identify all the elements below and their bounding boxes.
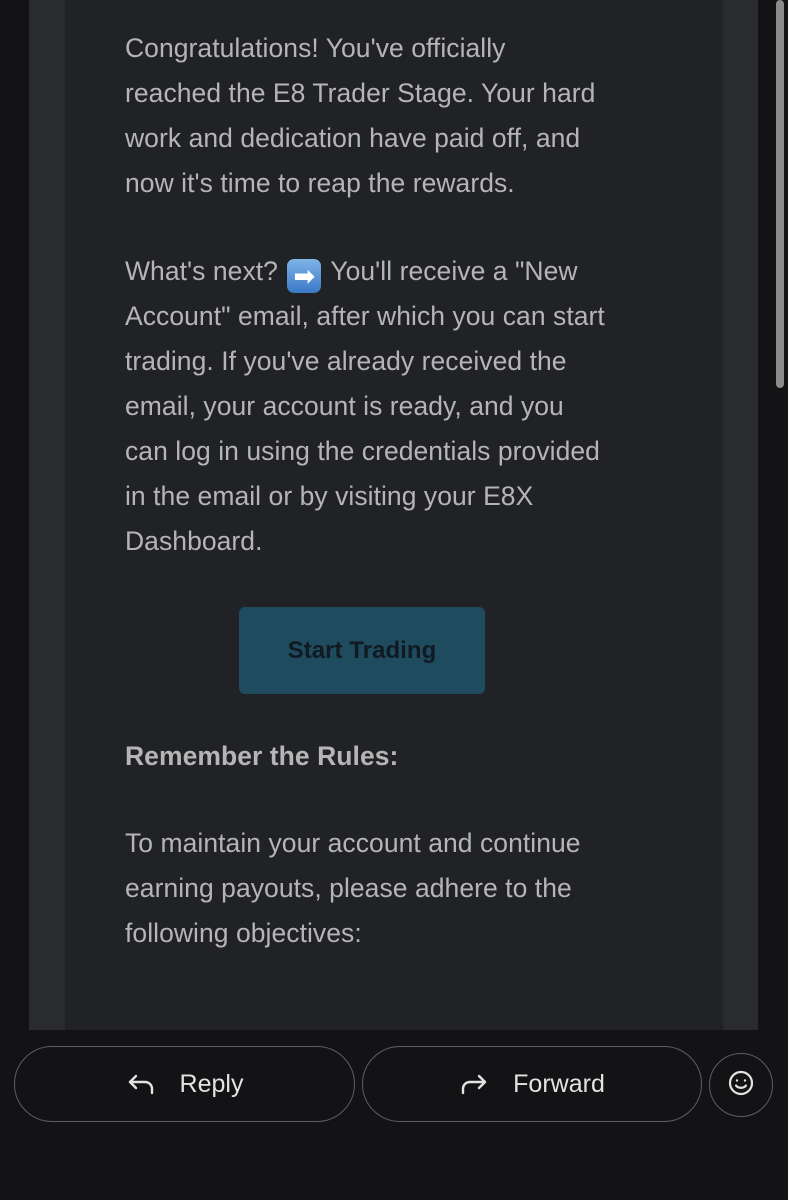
emoji-reaction-button[interactable] bbox=[709, 1053, 773, 1117]
whats-next-paragraph: What's next? ➡ You'll receive a "New Acc… bbox=[125, 249, 605, 564]
scrollbar-thumb[interactable] bbox=[776, 0, 784, 388]
smiley-face-icon bbox=[727, 1069, 755, 1102]
start-trading-button[interactable]: Start Trading bbox=[239, 607, 485, 694]
reply-label: Reply bbox=[179, 1069, 244, 1098]
congratulations-paragraph: Congratulations! You've officially reach… bbox=[125, 33, 596, 198]
email-content: Congratulations! You've officially reach… bbox=[125, 26, 605, 999]
new-account-text: You'll receive a "New Account" email, af… bbox=[125, 256, 605, 556]
whats-next-text: What's next? bbox=[125, 256, 278, 286]
mail-viewport: Congratulations! You've officially reach… bbox=[0, 0, 788, 1200]
reply-arrow-icon bbox=[126, 1069, 156, 1099]
maintain-account-paragraph: To maintain your account and continue ea… bbox=[125, 828, 581, 948]
rules-heading: Remember the Rules: bbox=[125, 741, 399, 771]
forward-label: Forward bbox=[513, 1069, 605, 1098]
cta-container: Start Trading bbox=[125, 607, 605, 694]
right-arrow-emoji-icon: ➡ bbox=[287, 259, 322, 293]
reply-button[interactable]: Reply bbox=[14, 1046, 355, 1122]
forward-button[interactable]: Forward bbox=[362, 1046, 702, 1122]
message-action-bar: Reply Forward bbox=[0, 1030, 788, 1200]
forward-arrow-icon bbox=[459, 1069, 489, 1099]
